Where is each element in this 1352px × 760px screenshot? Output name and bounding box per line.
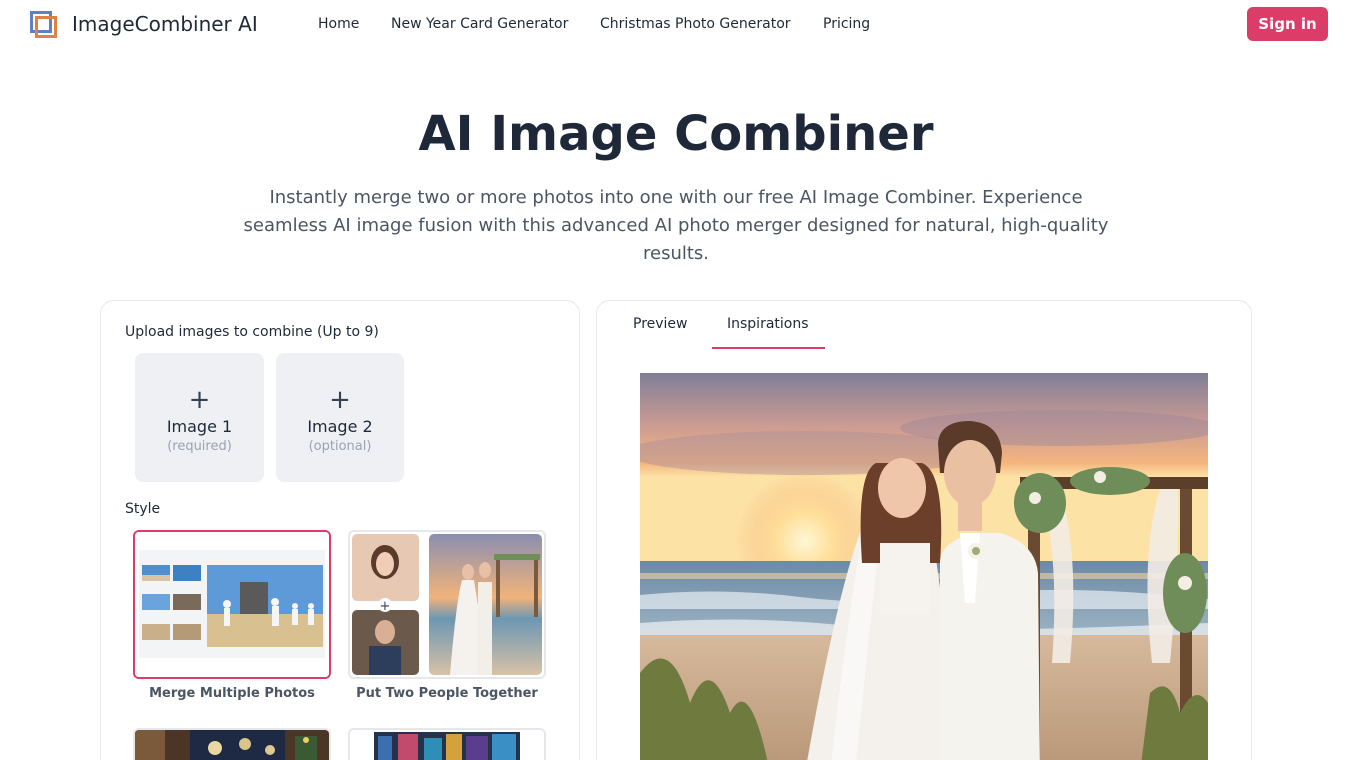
nav-link-christmas-photo-generator[interactable]: Christmas Photo Generator <box>600 16 791 32</box>
style-card-label: Put Two People Together <box>356 686 538 701</box>
upload-slot-image-1[interactable]: + Image 1 (required) <box>135 353 264 482</box>
style-card-city[interactable] <box>348 728 546 760</box>
inspiration-preview-image[interactable] <box>640 373 1208 760</box>
brand-name[interactable]: ImageCombiner AI <box>72 12 258 36</box>
wedding-beach-photo <box>640 373 1208 760</box>
tab-preview[interactable]: Preview <box>633 316 688 332</box>
nav-link-home[interactable]: Home <box>318 16 359 32</box>
upload-slot-hint: (required) <box>167 439 232 454</box>
style-card-new-year[interactable] <box>133 728 331 760</box>
upload-slot-label: Image 2 <box>307 417 373 436</box>
upload-slot-hint: (optional) <box>308 439 372 454</box>
sign-in-button[interactable]: Sign in <box>1247 7 1328 41</box>
nav-link-new-year-card-generator[interactable]: New Year Card Generator <box>391 16 568 32</box>
nav-link-pricing[interactable]: Pricing <box>823 16 870 32</box>
page-title: AI Image Combiner <box>418 106 934 162</box>
upload-slot-label: Image 1 <box>166 417 233 436</box>
top-navbar: ImageCombiner AI Home New Year Card Gene… <box>0 0 1352 48</box>
merge-multiple-photos-thumbnail <box>135 532 329 677</box>
city-thumbnail <box>350 730 544 760</box>
style-card-put-two-people-together[interactable]: + <box>348 530 546 679</box>
page-subtitle: Instantly merge two or more photos into … <box>243 187 1109 264</box>
active-tab-indicator <box>712 347 825 349</box>
style-card-merge-multiple-photos[interactable] <box>133 530 331 679</box>
new-year-thumbnail <box>135 730 329 760</box>
upload-slot-image-2[interactable]: + Image 2 (optional) <box>276 353 404 482</box>
plus-icon: + <box>188 385 211 415</box>
upload-label: Upload images to combine (Up to 9) <box>125 324 379 340</box>
plus-icon: + <box>329 385 351 415</box>
logo-icon[interactable] <box>30 11 58 39</box>
style-card-label: Merge Multiple Photos <box>149 686 315 701</box>
tab-inspirations[interactable]: Inspirations <box>727 316 809 332</box>
put-two-people-together-thumbnail: + <box>350 532 544 677</box>
style-label: Style <box>125 501 161 517</box>
svg-text:+: + <box>380 599 391 614</box>
